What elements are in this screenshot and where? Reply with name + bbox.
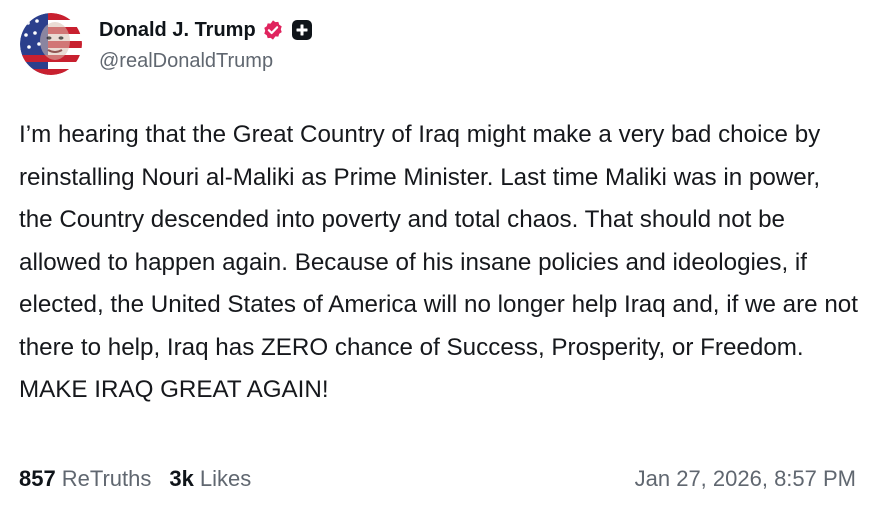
post-card: Donald J. Trump @realDonaldTrump I’m hea… — [0, 0, 872, 512]
flag-face-avatar-icon — [20, 13, 82, 75]
post-text: I’m hearing that the Great Country of Ir… — [19, 121, 858, 403]
retruths-label: ReTruths — [61, 466, 152, 491]
avatar[interactable] — [20, 13, 82, 75]
add-plus-icon[interactable] — [291, 20, 312, 40]
likes-count: 3k — [169, 466, 194, 491]
retruths-count: 857 — [19, 466, 56, 491]
retruths-stat[interactable]: 857 ReTruths — [19, 466, 151, 492]
author-display-name[interactable]: Donald J. Trump — [99, 19, 256, 42]
likes-label: Likes — [199, 466, 252, 491]
likes-stat[interactable]: 3k Likes — [169, 466, 251, 492]
author-name-row: Donald J. Trump — [99, 15, 312, 45]
post-timestamp[interactable]: Jan 27, 2026, 8:57 PM — [635, 466, 856, 492]
verified-badge-icon — [262, 19, 284, 41]
author-handle[interactable]: @realDonaldTrump — [99, 50, 273, 73]
post-footer: 857 ReTruths 3k Likes Jan 27, 2026, 8:57… — [19, 462, 856, 496]
